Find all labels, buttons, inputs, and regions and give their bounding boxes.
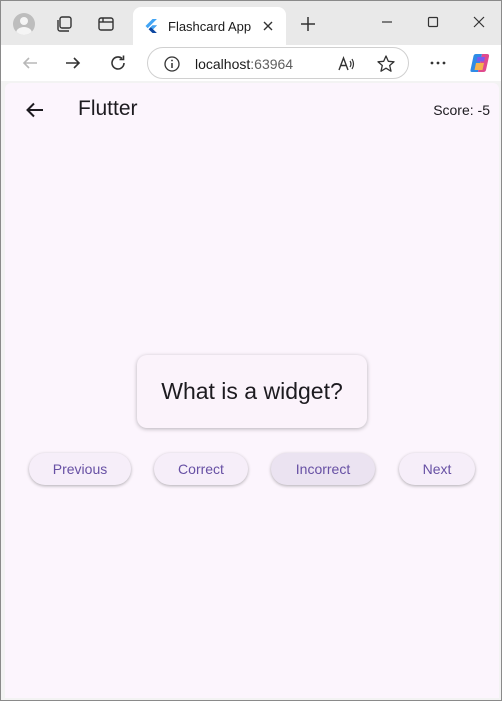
previous-button[interactable]: Previous [29, 453, 131, 485]
more-menu-icon[interactable] [423, 48, 453, 78]
app-bar: Flutter Score: -5 [5, 83, 499, 139]
tab-strip: Flashcard App [1, 1, 501, 45]
tab-close-icon[interactable] [256, 14, 280, 38]
url-host: localhost [195, 56, 251, 72]
copilot-icon[interactable] [465, 48, 495, 78]
browser-forward-icon[interactable] [58, 48, 88, 78]
profile-icon[interactable] [11, 11, 37, 37]
tab-title: Flashcard App [168, 18, 252, 34]
back-arrow-icon[interactable] [20, 95, 50, 125]
incorrect-button[interactable]: Incorrect [271, 453, 375, 485]
browser-window: Flashcard App localhost:63964 Flutter Sc… [0, 0, 502, 701]
tab-actions-icon[interactable] [93, 11, 119, 37]
close-window-icon[interactable] [456, 7, 502, 37]
minimize-icon[interactable] [364, 7, 410, 37]
next-button[interactable]: Next [399, 453, 475, 485]
maximize-icon[interactable] [410, 7, 456, 37]
site-info-icon[interactable] [163, 55, 181, 73]
flashcard-question: What is a widget? [161, 378, 343, 404]
workspaces-icon[interactable] [51, 11, 77, 37]
flashcard[interactable]: What is a widget? [137, 355, 367, 428]
new-tab-icon[interactable] [295, 11, 321, 37]
address-bar[interactable]: localhost:63964 [147, 47, 409, 79]
tab-flashcard-app[interactable]: Flashcard App [133, 7, 286, 45]
flutter-app-page: Flutter Score: -5 What is a widget? Prev… [5, 83, 499, 698]
reload-icon[interactable] [103, 48, 133, 78]
url-text[interactable]: localhost:63964 [195, 56, 293, 72]
address-toolbar: localhost:63964 [1, 45, 501, 81]
page-title: Flutter [78, 97, 138, 120]
correct-button[interactable]: Correct [154, 453, 248, 485]
browser-back-icon[interactable] [15, 48, 45, 78]
url-port: :63964 [250, 56, 294, 72]
score-label: Score: -5 [433, 102, 490, 118]
flutter-logo-icon [145, 19, 157, 33]
read-aloud-icon[interactable] [336, 54, 356, 74]
favorite-star-icon[interactable] [376, 54, 396, 74]
